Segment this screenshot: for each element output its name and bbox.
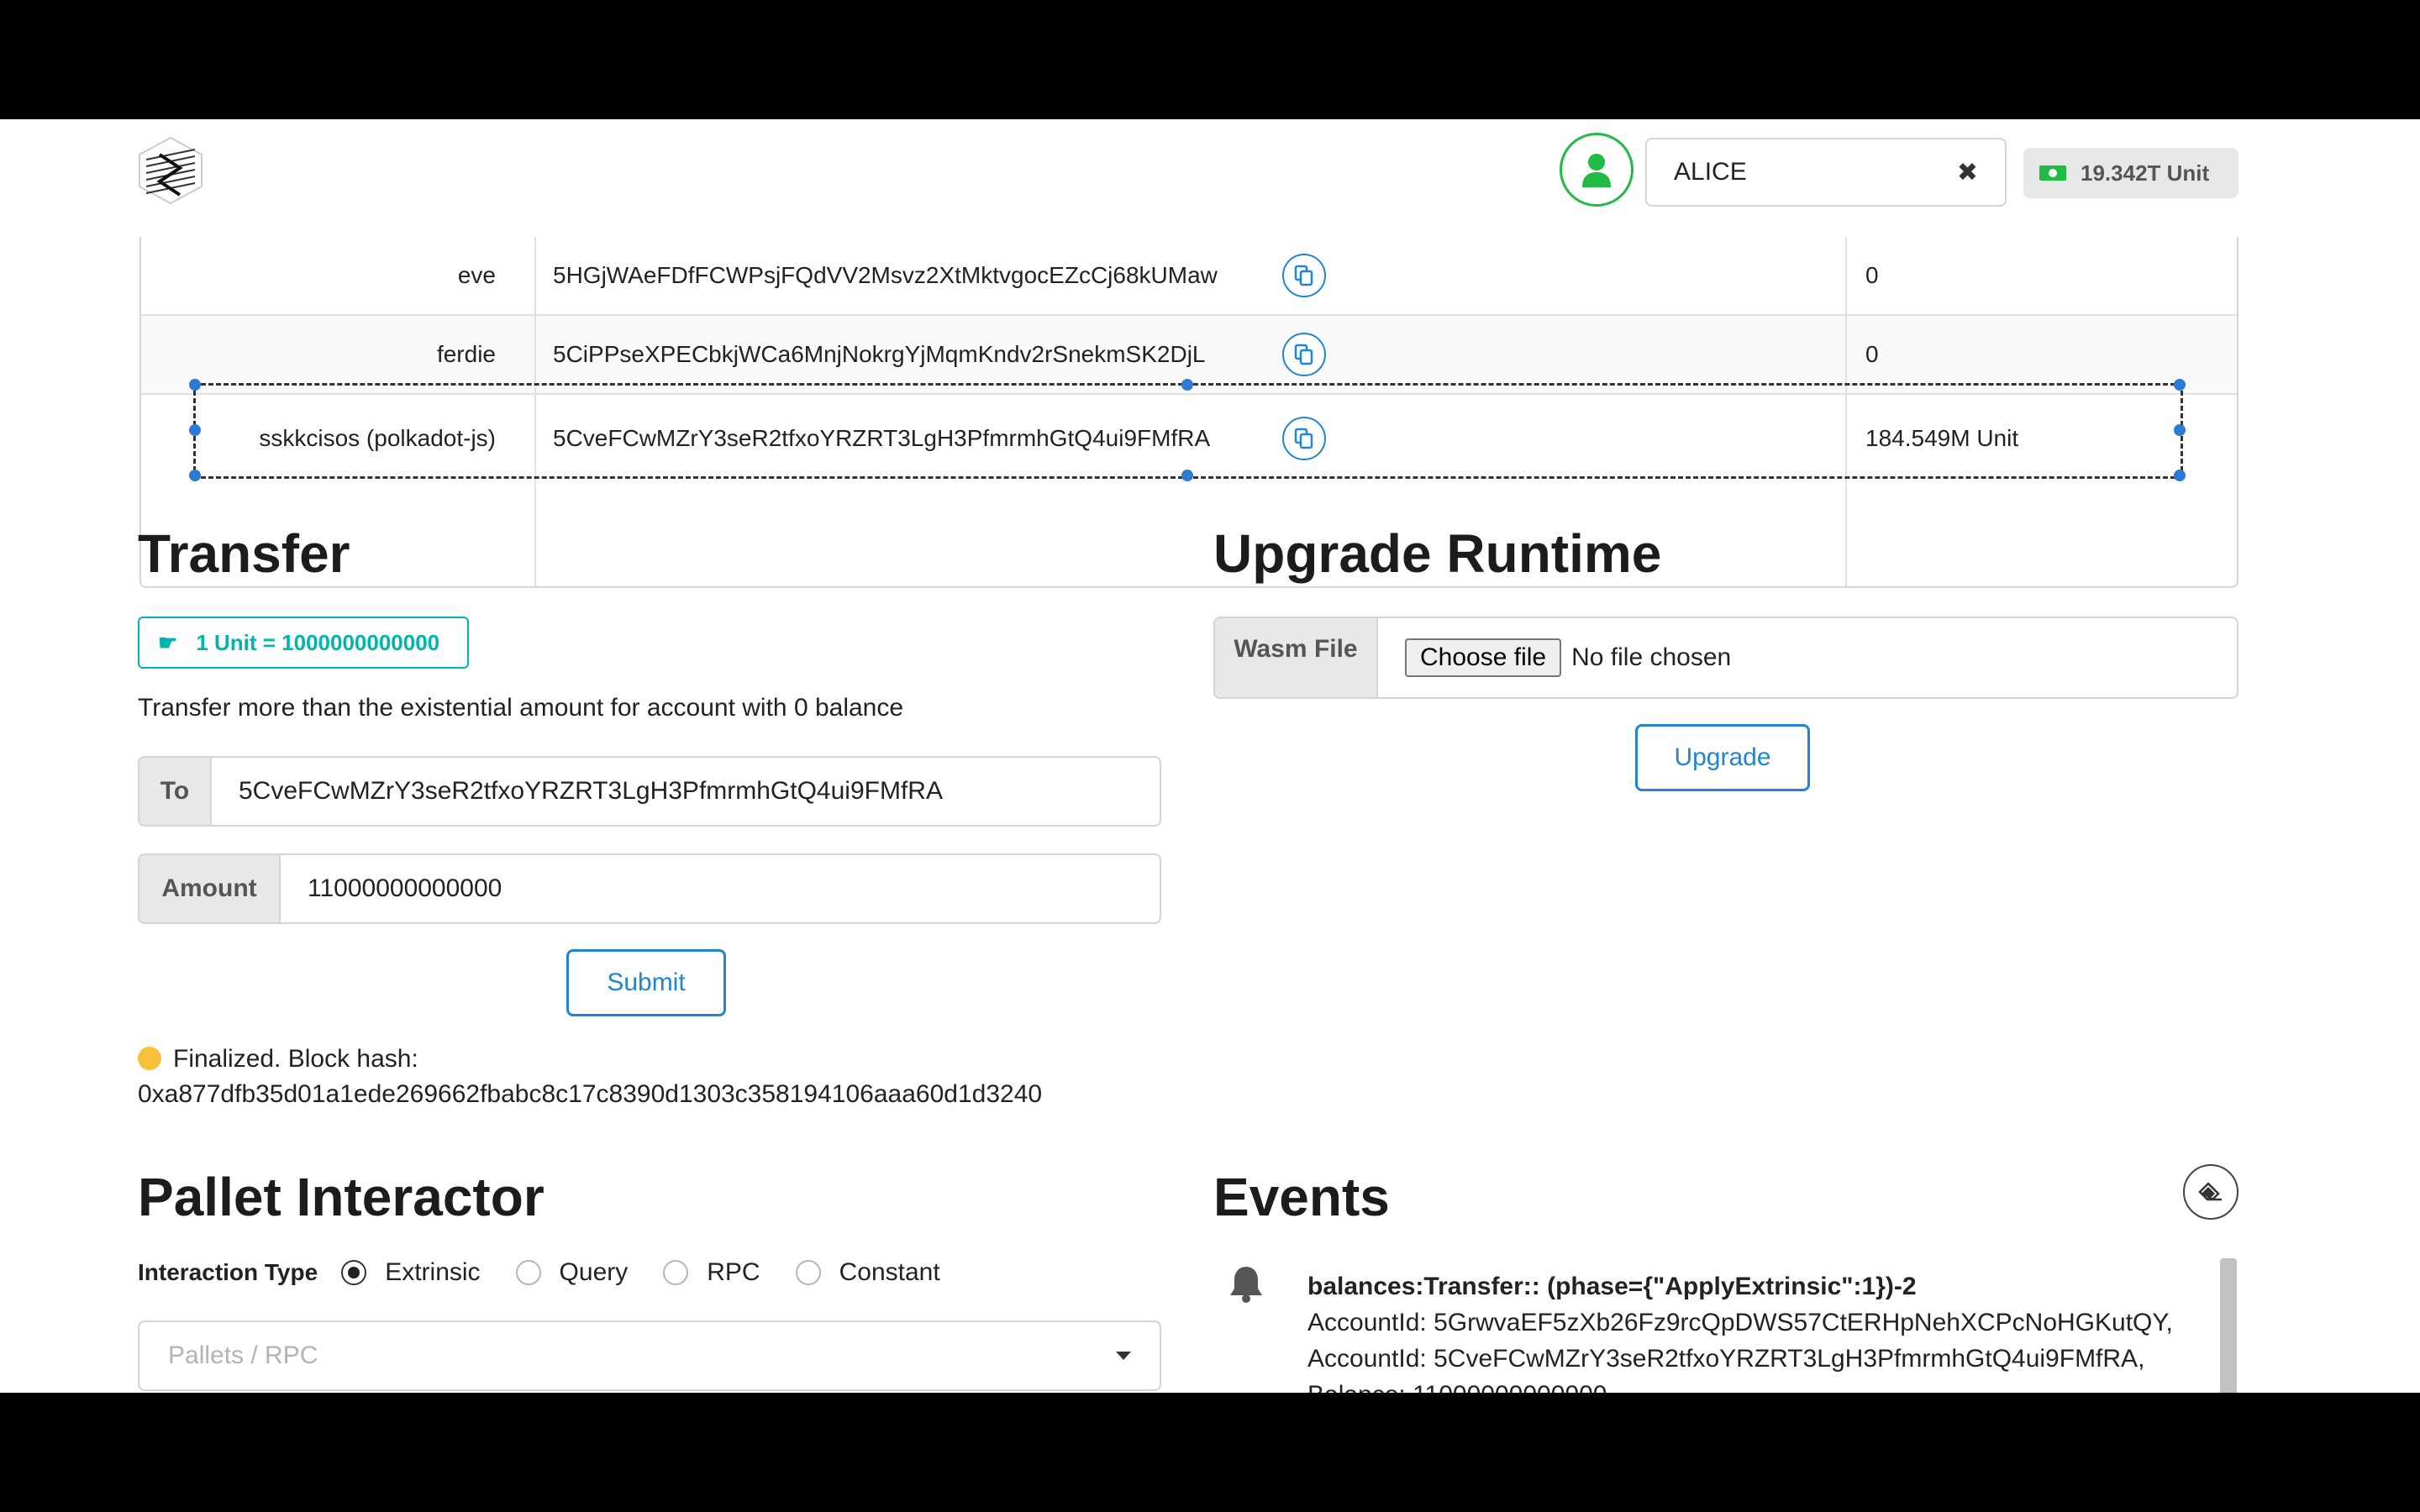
- radio-button[interactable]: [795, 1260, 821, 1285]
- column-divider: [534, 237, 536, 586]
- no-file-text: No file chosen: [1571, 643, 1732, 671]
- wasm-file-field: Wasm File Choose file No file chosen: [1213, 617, 2238, 699]
- block-hash: 0xa877dfb35d01a1ede269662fbabc8c17c8390d…: [138, 1080, 1043, 1108]
- radio-constant[interactable]: Constant: [795, 1258, 940, 1287]
- pallets-rpc-dropdown[interactable]: Pallets / RPC: [138, 1320, 1161, 1391]
- events-title: Events: [1213, 1167, 1390, 1227]
- upgrade-button[interactable]: Upgrade: [1635, 724, 1810, 791]
- account-balance: 0: [1865, 262, 1879, 288]
- status-line: Finalized. Block hash:: [173, 1045, 418, 1073]
- amount-label: Amount: [139, 855, 281, 922]
- event-line: AccountId: 5CveFCwMZrY3seR2tfxoYRZRT3LgH…: [1307, 1345, 2145, 1373]
- account-address: 5CveFCwMZrY3seR2tfxoYRZRT3LgH3PfmrmhGtQ4…: [553, 425, 1211, 451]
- amount-field: Amount: [138, 853, 1161, 924]
- account-selector[interactable]: ALICE ✖: [1645, 138, 2007, 207]
- accounts-table: eve 5HGjWAeFDfFCWPsjFQdVV2Msvz2XtMktvgoc…: [139, 237, 2238, 588]
- radio-button[interactable]: [663, 1260, 689, 1285]
- copy-button[interactable]: [1282, 417, 1326, 460]
- transfer-title: Transfer: [138, 523, 350, 584]
- radio-button[interactable]: [515, 1260, 541, 1285]
- clear-events-button[interactable]: [2183, 1164, 2238, 1220]
- transfer-hint: Transfer more than the existential amoun…: [138, 694, 904, 722]
- money-bill-icon: [2039, 165, 2066, 181]
- account-name: sskkcisos (polkadot-js): [259, 425, 496, 451]
- account-address: 5CiPPseXPECbkjWCa6MnjNokrgYjMqmKndv2rSne…: [553, 341, 1206, 367]
- submit-button[interactable]: Submit: [566, 949, 726, 1016]
- wink-emoji-icon: [138, 1047, 161, 1070]
- copy-icon: [1294, 344, 1313, 365]
- unit-conversion-label: ☛ 1 Unit = 1000000000000: [138, 617, 469, 669]
- dropdown-placeholder: Pallets / RPC: [168, 1341, 318, 1369]
- table-row: sskkcisos (polkadot-js) 5CveFCwMZrY3seR2…: [141, 396, 2237, 480]
- events-scrollbar[interactable]: [2220, 1258, 2237, 1393]
- event-title: balances:Transfer:: (phase={"ApplyExtrin…: [1307, 1273, 1917, 1300]
- account-balance: 0: [1865, 341, 1879, 367]
- account-address: 5HGjWAeFDfFCWPsjFQdVV2Msvz2XtMktvgocEZcC…: [553, 262, 1218, 288]
- radio-label: Extrinsic: [385, 1258, 481, 1286]
- choose-file-button[interactable]: Choose file: [1405, 638, 1562, 677]
- clear-icon[interactable]: ✖: [1957, 158, 1978, 187]
- interaction-type-label: Interaction Type: [138, 1259, 318, 1285]
- table-row: ferdie 5CiPPseXPECbkjWCa6MnjNokrgYjMqmKn…: [141, 316, 2237, 395]
- radio-query[interactable]: Query: [515, 1258, 629, 1287]
- app-window: ALICE ✖ 19.342T Unit eve 5HGjWAeFDfFCWPs…: [0, 119, 2420, 1393]
- event-item: balances:Transfer:: (phase={"ApplyExtrin…: [1307, 1268, 2173, 1393]
- amount-input[interactable]: [281, 855, 1160, 922]
- column-divider: [1845, 237, 1847, 586]
- copy-button[interactable]: [1282, 333, 1326, 376]
- interaction-type-group: Interaction Type Extrinsic Query RPC Con…: [138, 1258, 976, 1287]
- account-avatar[interactable]: [1560, 133, 1634, 207]
- copy-icon: [1294, 265, 1313, 286]
- event-line: AccountId: 5GrwvaEF5zXb26Fz9rcQpDWS57CtE…: [1307, 1309, 2173, 1336]
- pallet-interactor-title: Pallet Interactor: [138, 1167, 544, 1227]
- balance-badge: 19.342T Unit: [2023, 148, 2238, 198]
- account-name: ferdie: [436, 341, 496, 367]
- bell-icon: [1227, 1263, 1265, 1308]
- radio-button[interactable]: [341, 1260, 367, 1285]
- unit-conversion-text: 1 Unit = 1000000000000: [196, 629, 440, 655]
- account-balance: 184.549M Unit: [1865, 425, 2019, 451]
- radio-label: Query: [559, 1258, 629, 1286]
- account-name: eve: [457, 262, 496, 288]
- to-label: To: [139, 758, 212, 825]
- wasm-file-label: Wasm File: [1215, 618, 1378, 697]
- event-line: Balance: 11000000000000: [1307, 1377, 2173, 1393]
- radio-extrinsic[interactable]: Extrinsic: [341, 1258, 481, 1287]
- radio-rpc[interactable]: RPC: [663, 1258, 760, 1287]
- hand-point-right-icon: ☛: [158, 629, 178, 655]
- table-row: eve 5HGjWAeFDfFCWPsjFQdVV2Msvz2XtMktvgoc…: [141, 237, 2237, 316]
- radio-label: Constant: [839, 1258, 940, 1286]
- account-selector-value: ALICE: [1674, 158, 1747, 186]
- user-icon: [1582, 154, 1611, 187]
- caret-down-icon: [1116, 1352, 1131, 1360]
- eraser-icon: [2198, 1182, 2222, 1201]
- radio-label: RPC: [707, 1258, 760, 1286]
- upgrade-title: Upgrade Runtime: [1213, 523, 1662, 584]
- substrate-logo-icon[interactable]: [134, 134, 207, 207]
- copy-icon: [1294, 428, 1313, 449]
- transfer-status: Finalized. Block hash: 0xa877dfb35d01a1e…: [138, 1042, 1042, 1112]
- balance-value: 19.342T Unit: [2081, 160, 2210, 186]
- to-field: To: [138, 756, 1161, 827]
- to-input[interactable]: [212, 758, 1160, 825]
- copy-button[interactable]: [1282, 254, 1326, 297]
